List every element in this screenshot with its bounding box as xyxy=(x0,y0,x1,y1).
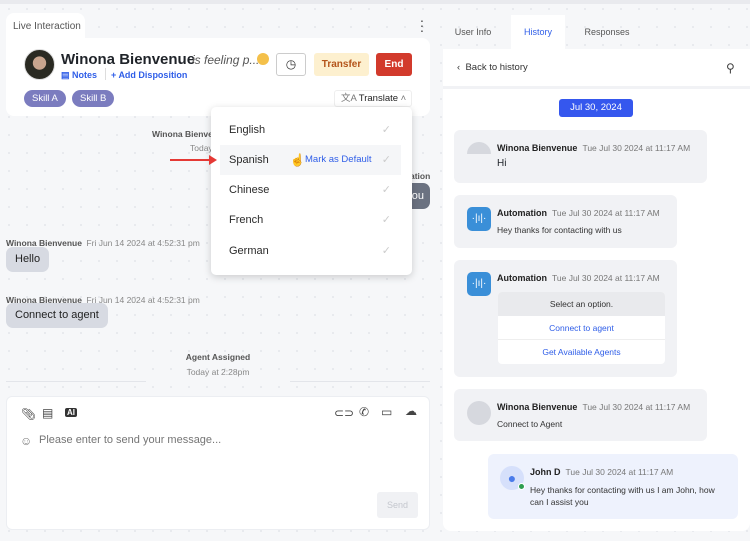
chevron-up-icon: ˄ xyxy=(398,93,407,104)
tab-user-info[interactable]: User Info xyxy=(443,15,503,49)
template-icon[interactable]: ▤ xyxy=(42,406,53,420)
video-icon[interactable]: ▭ xyxy=(381,405,392,419)
message-header: Winona Bienvenue Tue Jul 30 2024 at 11:17… xyxy=(497,402,691,412)
check-icon: ✓ xyxy=(381,214,391,226)
message-text: Hi xyxy=(497,158,507,169)
customer-avatar xyxy=(24,49,55,80)
language-option-spanish[interactable]: Spanish ☝ Mark as Default ✓ xyxy=(220,145,401,175)
translate-icon: 文A xyxy=(341,93,359,104)
clock-icon: ◷ xyxy=(285,57,297,71)
history-message xyxy=(454,130,707,183)
divider xyxy=(443,86,750,89)
language-option-french[interactable]: French ✓ xyxy=(220,205,401,235)
user-avatar-icon xyxy=(467,401,491,425)
message-sender: ation xyxy=(410,171,431,181)
phone-icon[interactable]: ✆ xyxy=(359,405,369,419)
language-option-chinese[interactable]: Chinese ✓ xyxy=(220,175,401,205)
annotation-arrowhead xyxy=(209,155,217,165)
message-text: Connect to Agent xyxy=(497,419,563,429)
check-icon: ✓ xyxy=(381,154,391,166)
message-header: John D Tue Jul 30 2024 at 11:17 AM xyxy=(530,467,674,477)
attachment-icon[interactable]: 📎︎ xyxy=(21,407,36,421)
skill-badge: Skill A xyxy=(24,90,66,107)
send-button[interactable]: Send xyxy=(377,492,418,518)
mark-as-default-button[interactable]: Mark as Default xyxy=(305,145,372,175)
option-get-available-agents[interactable]: Get Available Agents xyxy=(498,340,665,364)
check-icon: ✓ xyxy=(381,184,391,196)
snooze-button[interactable]: ◷ xyxy=(276,53,306,76)
document-icon: ▤ xyxy=(61,70,73,80)
language-dropdown-menu: English ✓ Spanish ☝ Mark as Default ✓ Chines… xyxy=(211,107,412,275)
option-connect-to-agent[interactable]: Connect to agent xyxy=(498,316,665,340)
divider xyxy=(290,381,430,382)
hand-cursor-icon: ☝ xyxy=(290,153,305,167)
date-badge: Jul 30, 2024 xyxy=(559,99,633,117)
tab-responses[interactable]: Responses xyxy=(576,15,638,49)
transfer-button[interactable]: Transfer xyxy=(314,53,369,76)
message-bubble: Hello xyxy=(6,247,50,272)
back-to-history-link[interactable]: ‹ Back to history xyxy=(457,62,528,73)
automation-icon: ·|ı|· xyxy=(467,272,491,296)
language-option-english[interactable]: English ✓ xyxy=(220,115,401,145)
cobrowse-icon[interactable]: ☁ xyxy=(405,404,417,418)
emoji-icon[interactable]: ☺ xyxy=(20,434,32,448)
tab-live-interaction[interactable]: Live Interaction xyxy=(6,13,85,40)
message-text: Hey thanks for contacting with us xyxy=(497,225,622,235)
options-card: Select an option. Connect to agent Get A… xyxy=(498,292,665,364)
customer-sentiment: is feeling p... xyxy=(192,53,260,67)
ai-icon[interactable]: AI xyxy=(65,408,77,417)
online-status-icon xyxy=(518,483,525,490)
history-message xyxy=(454,389,707,441)
options-prompt: Select an option. xyxy=(498,292,665,316)
message-header: Winona Bienvenue Tue Jul 30 2024 at 11:17… xyxy=(497,143,691,153)
automation-icon: ·|ı|· xyxy=(467,207,491,231)
message-header: Automation Tue Jul 30 2024 at 11:17 AM xyxy=(497,208,660,218)
search-icon[interactable]: ⚲ xyxy=(726,61,735,75)
translate-dropdown[interactable]: 文A Translate ˄ xyxy=(334,90,412,107)
message-time: Today xyxy=(190,143,213,153)
divider xyxy=(6,381,146,382)
skill-badge: Skill B xyxy=(72,90,115,107)
message-header: Automation Tue Jul 30 2024 at 11:17 AM xyxy=(497,273,660,283)
top-bar xyxy=(0,0,750,4)
event-title: Agent Assigned xyxy=(185,352,251,362)
more-options-icon[interactable]: · · · xyxy=(418,13,426,37)
tab-history[interactable]: History xyxy=(511,15,565,49)
check-icon: ✓ xyxy=(381,245,391,257)
divider xyxy=(105,68,106,80)
notes-link[interactable]: ▤ Notes xyxy=(61,70,97,81)
message-sender: Winona Bienve xyxy=(152,129,213,139)
add-disposition-link[interactable]: + Add Disposition xyxy=(111,70,187,80)
sentiment-emoji-icon xyxy=(257,53,269,65)
message-time: Fri Jun 14 2024 at 4:52:31 pm xyxy=(86,238,200,248)
language-option-german[interactable]: German ✓ xyxy=(220,236,401,266)
link-icon[interactable]: ⊂⊃ xyxy=(334,406,354,420)
message-bubble: Connect to agent xyxy=(6,303,108,328)
event-time: Today at 2:28pm xyxy=(186,367,250,377)
check-icon: ✓ xyxy=(381,124,391,136)
message-input[interactable] xyxy=(39,434,409,446)
end-button[interactable]: End xyxy=(376,53,412,76)
message-text: Hey thanks for contacting with us I am J… xyxy=(530,485,715,507)
annotation-arrow xyxy=(170,159,214,161)
customer-name: Winona Bienvenue xyxy=(61,51,196,68)
